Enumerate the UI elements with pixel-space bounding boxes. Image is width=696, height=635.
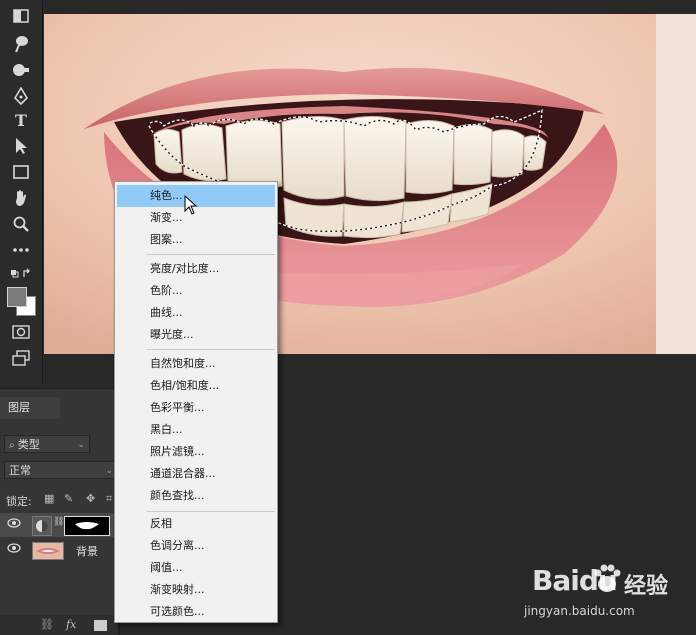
menu-item-color-balance[interactable]: 色彩平衡... bbox=[117, 397, 275, 419]
type-tool-icon[interactable]: T bbox=[10, 110, 32, 130]
menu-item-pattern[interactable]: 图案... bbox=[117, 229, 275, 251]
menu-item-hue-saturation[interactable]: 色相/饱和度... bbox=[117, 375, 275, 397]
link-icon[interactable]: ⛓ bbox=[40, 618, 54, 631]
menu-item-vibrance[interactable]: 自然饱和度... bbox=[117, 353, 275, 375]
menu-item-brightness-contrast[interactable]: 亮度/对比度... bbox=[117, 258, 275, 280]
tools-panel: T bbox=[0, 0, 43, 385]
lock-artboard-icon[interactable]: ⌗ bbox=[106, 492, 112, 506]
menu-item-gradient-map[interactable]: 渐变映射... bbox=[117, 579, 275, 601]
visibility-eye-icon[interactable] bbox=[7, 543, 21, 553]
filter-kind-label: 类型 bbox=[17, 438, 40, 451]
layer-row[interactable]: 背景 bbox=[0, 538, 118, 562]
zoom-tool-icon[interactable] bbox=[10, 214, 32, 234]
chain-link-icon[interactable]: ⛓ bbox=[53, 517, 64, 527]
blend-mode-label: 正常 bbox=[9, 464, 31, 477]
layer-name: 背景 bbox=[76, 545, 98, 558]
lock-transparent-icon[interactable]: ▦ bbox=[44, 492, 54, 505]
menu-item-levels[interactable]: 色阶... bbox=[117, 280, 275, 302]
color-swatches[interactable] bbox=[6, 286, 36, 316]
blend-mode-dropdown[interactable]: 正常 ⌄ bbox=[4, 461, 118, 479]
menu-item-color-lookup[interactable]: 颜色查找... bbox=[117, 485, 275, 507]
more-tools-icon[interactable] bbox=[10, 240, 32, 260]
menu-separator bbox=[147, 254, 275, 255]
search-icon: ⌕ bbox=[9, 440, 18, 451]
menu-item-photo-filter[interactable]: 照片滤镜... bbox=[117, 441, 275, 463]
watermark-brand-cn: 经验 bbox=[624, 574, 669, 599]
layer-mask-thumbnail[interactable] bbox=[64, 516, 110, 536]
swap-colors-icon[interactable] bbox=[10, 264, 32, 284]
rectangle-tool-icon[interactable] bbox=[10, 162, 32, 182]
adjustment-thumbnail bbox=[32, 516, 52, 536]
fx-icon[interactable]: fx bbox=[66, 618, 76, 631]
layer-filter-dropdown[interactable]: ⌕ 类型 ⌄ bbox=[4, 435, 90, 453]
quick-mask-icon[interactable] bbox=[10, 322, 32, 342]
pen-tool-icon[interactable] bbox=[10, 86, 32, 106]
layers-bottom-bar: ⛓ fx bbox=[0, 615, 118, 635]
menu-item-threshold[interactable]: 阈值... bbox=[117, 557, 275, 579]
menu-separator bbox=[147, 349, 275, 350]
mouse-cursor-icon bbox=[184, 195, 198, 215]
lock-row: 锁定: ▦ ✎ ✥ ⌗ bbox=[0, 491, 118, 509]
screen-mode-icon[interactable] bbox=[10, 348, 32, 368]
menu-item-invert[interactable]: 反相 bbox=[117, 513, 275, 535]
chevron-down-icon: ⌄ bbox=[77, 440, 85, 450]
lock-move-icon[interactable]: ✥ bbox=[86, 492, 95, 505]
layer-row[interactable]: ⛓ bbox=[0, 513, 118, 537]
hand-tool-icon[interactable] bbox=[10, 188, 32, 208]
menu-item-channel-mixer[interactable]: 通道混合器... bbox=[117, 463, 275, 485]
chevron-down-icon: ⌄ bbox=[105, 466, 113, 476]
lock-paint-icon[interactable]: ✎ bbox=[64, 492, 73, 505]
menu-item-posterize[interactable]: 色调分离... bbox=[117, 535, 275, 557]
mask-icon[interactable] bbox=[94, 620, 107, 631]
paw-logo-icon bbox=[594, 564, 621, 592]
menu-item-black-white[interactable]: 黑白... bbox=[117, 419, 275, 441]
menu-item-curves[interactable]: 曲线... bbox=[117, 302, 275, 324]
menu-item-exposure[interactable]: 曝光度... bbox=[117, 324, 275, 346]
dodge-tool-icon[interactable] bbox=[10, 60, 32, 80]
menu-separator bbox=[147, 511, 275, 512]
tab-layers[interactable]: 图层 bbox=[0, 397, 60, 419]
watermark-url: jingyan.baidu.com bbox=[524, 604, 635, 618]
menu-item-selective-color[interactable]: 可选颜色... bbox=[117, 601, 275, 623]
visibility-eye-icon[interactable] bbox=[7, 518, 21, 528]
lock-label: 锁定: bbox=[6, 495, 32, 508]
smudge-tool-icon[interactable] bbox=[10, 34, 32, 54]
background-thumbnail bbox=[32, 542, 64, 560]
layers-panel: 图层 ⌕ 类型 ⌄ 正常 ⌄ 锁定: ▦ ✎ ✥ ⌗ ⛓ 背景 ⛓ fx bbox=[0, 388, 118, 635]
adjustment-layer-menu: 纯色... 渐变... 图案... 亮度/对比度... 色阶... 曲线... … bbox=[114, 181, 278, 623]
path-select-tool-icon[interactable] bbox=[10, 136, 32, 156]
gradient-tool-icon[interactable] bbox=[10, 6, 32, 26]
baidu-jingyan-watermark: Baidu 经验 jingyan.baidu.com bbox=[522, 558, 692, 628]
